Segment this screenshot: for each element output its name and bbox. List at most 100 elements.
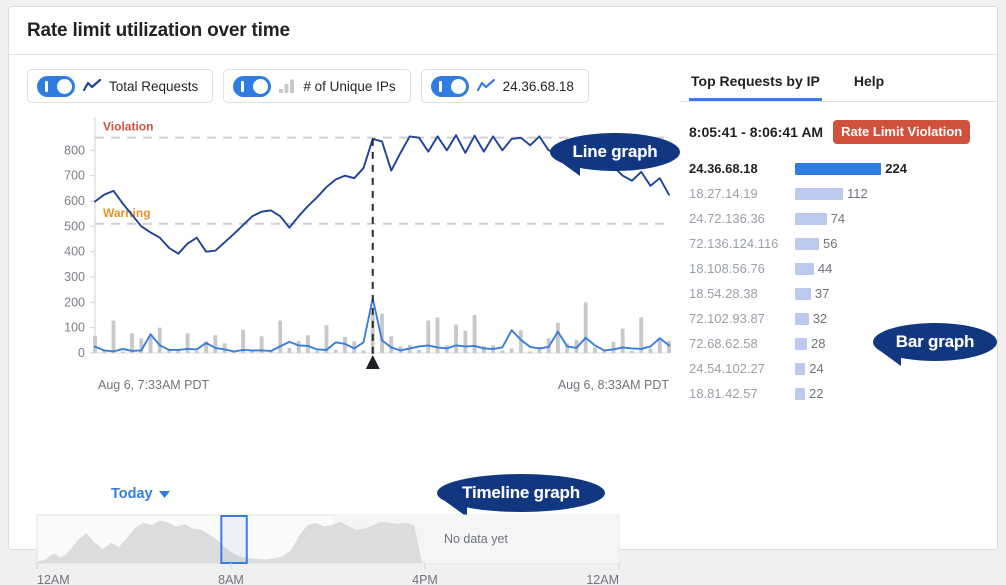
- series-toggle-unique-ips[interactable]: # of Unique IPs: [223, 69, 411, 103]
- series-toggle-label: Total Requests: [109, 78, 199, 94]
- top-ip-value: 224: [885, 161, 907, 176]
- svg-text:4PM: 4PM: [412, 573, 438, 585]
- series-toggle-label: 24.36.68.18: [502, 78, 574, 94]
- top-ip-row[interactable]: 72.136.124.116 56: [689, 231, 997, 256]
- toggle-knob: [253, 78, 269, 94]
- series-toggle-label: # of Unique IPs: [303, 78, 396, 94]
- toggle-on-bar: [438, 80, 442, 92]
- top-ip-bar-cell: 22: [795, 386, 907, 401]
- series-toggle-group: Total Requests # of Unique IPs 24.36.68.…: [9, 55, 681, 103]
- top-ip-bar: [795, 187, 843, 200]
- top-ip-bar: [795, 362, 806, 375]
- svg-text:600: 600: [64, 194, 85, 208]
- top-ip-bar: [795, 337, 807, 350]
- toggle-on-bar: [241, 80, 245, 92]
- top-ip-address: 72.68.62.58: [689, 336, 758, 351]
- series-toggle-ip[interactable]: 24.36.68.18: [420, 69, 589, 103]
- top-ip-row[interactable]: 18.108.56.76 44: [689, 256, 997, 281]
- svg-text:Aug 6, 7:33AM PDT: Aug 6, 7:33AM PDT: [98, 378, 210, 392]
- top-ip-address: 24.72.136.36: [689, 211, 765, 226]
- toggle-switch[interactable]: [233, 75, 272, 97]
- svg-text:No data yet: No data yet: [444, 532, 508, 546]
- top-ip-bar-cell: 56: [795, 236, 907, 251]
- top-ip-value: 44: [817, 261, 833, 276]
- svg-text:700: 700: [64, 169, 85, 183]
- svg-text:12AM: 12AM: [586, 573, 619, 585]
- top-ip-address: 18.108.56.76: [689, 261, 765, 276]
- callout-tail: [558, 160, 580, 176]
- svg-text:8AM: 8AM: [218, 573, 244, 585]
- top-ip-address: 72.102.93.87: [689, 311, 765, 326]
- chevron-down-icon: [158, 490, 170, 498]
- svg-text:12AM: 12AM: [37, 573, 70, 585]
- top-ip-value: 74: [830, 211, 846, 226]
- top-ip-bar-cell: 37: [795, 286, 907, 301]
- card-header: Rate limit utilization over time: [9, 7, 997, 55]
- timeline-panel: Today No data yet 12AM 8AM 4PM 12AM: [27, 485, 667, 585]
- top-ip-bar: [795, 287, 811, 300]
- top-ip-row[interactable]: 24.36.68.18 224: [689, 156, 997, 181]
- top-ip-value: 32: [812, 311, 828, 326]
- toggle-on-bar: [45, 80, 48, 92]
- top-ip-bar: [795, 387, 805, 400]
- top-ip-bar-cell: 44: [795, 261, 907, 276]
- top-ip-value: 22: [809, 386, 824, 401]
- top-ip-address: 18.27.14.19: [689, 186, 758, 201]
- top-ip-address: 24.36.68.18: [689, 161, 758, 176]
- toggle-knob: [57, 78, 72, 94]
- top-ip-row[interactable]: 24.72.136.36 74: [689, 206, 997, 231]
- toggle-switch[interactable]: [430, 75, 469, 97]
- selection-summary: 8:05:41 - 8:06:41 AM Rate Limit Violatio…: [681, 102, 997, 144]
- top-ip-address: 18.54.28.38: [689, 286, 758, 301]
- line-chart-icon: [476, 79, 495, 92]
- toggle-knob: [450, 78, 466, 94]
- svg-text:500: 500: [64, 219, 85, 233]
- callout-label: Line graph: [572, 142, 658, 161]
- tab-top-requests-by-ip[interactable]: Top Requests by IP: [689, 69, 822, 101]
- top-ip-row[interactable]: 18.81.42.57 22: [689, 381, 997, 406]
- svg-text:Violation: Violation: [103, 120, 153, 134]
- svg-text:400: 400: [64, 245, 85, 259]
- today-dropdown[interactable]: Today: [111, 486, 170, 502]
- top-ip-value: 112: [847, 186, 868, 201]
- today-dropdown-label: Today: [111, 486, 153, 502]
- detail-panel: Top Requests by IP Help 8:05:41 - 8:06:4…: [681, 55, 997, 549]
- top-ip-bar: [795, 312, 809, 325]
- top-ip-row[interactable]: 18.27.14.19 112: [689, 181, 997, 206]
- rate-limit-card: Rate limit utilization over time Total R…: [8, 6, 998, 585]
- tab-label: Top Requests by IP: [691, 73, 820, 89]
- callout-tail: [879, 350, 901, 366]
- top-ip-address: 18.81.42.57: [689, 386, 758, 401]
- top-ip-value: 28: [811, 336, 826, 351]
- top-ip-value: 24: [809, 361, 824, 376]
- toggle-switch[interactable]: [37, 75, 75, 97]
- top-ip-row[interactable]: 18.54.28.38 37: [689, 281, 997, 306]
- bar-chart-icon: [279, 79, 295, 93]
- card-body: Total Requests # of Unique IPs 24.36.68.…: [9, 55, 997, 585]
- callout-label: Bar graph: [895, 332, 975, 351]
- top-ip-bar-cell: 224: [795, 161, 907, 176]
- svg-text:Aug 6, 8:33AM PDT: Aug 6, 8:33AM PDT: [558, 378, 670, 392]
- line-graph-callout: Line graph: [550, 133, 680, 176]
- top-ip-bar: [795, 162, 882, 175]
- chart-panel: Total Requests # of Unique IPs 24.36.68.…: [9, 55, 681, 585]
- tab-label: Help: [853, 73, 885, 89]
- top-ip-value: 37: [814, 286, 830, 301]
- svg-text:200: 200: [64, 295, 85, 309]
- timeline-graph-svg[interactable]: No data yet 12AM 8AM 4PM 12AM: [27, 513, 627, 585]
- top-ip-value: 56: [823, 236, 838, 251]
- svg-text:800: 800: [64, 143, 85, 157]
- top-ip-address: 72.136.124.116: [689, 236, 779, 251]
- detail-tabs: Top Requests by IP Help: [681, 69, 997, 102]
- top-ip-bar: [795, 237, 819, 250]
- top-ip-bar-cell: 74: [795, 211, 907, 226]
- top-ip-list: 24.36.68.18 224 18.27.14.19 112 24.72.136.36…: [681, 144, 997, 406]
- bar-graph-callout: Bar graph: [873, 323, 997, 366]
- time-range-label: 8:05:41 - 8:06:41 AM: [689, 124, 824, 140]
- page-title: Rate limit utilization over time: [27, 19, 290, 41]
- series-toggle-total-requests[interactable]: Total Requests: [27, 69, 214, 103]
- svg-text:0: 0: [78, 346, 85, 360]
- top-ip-address: 24.54.102.27: [689, 361, 765, 376]
- tab-help[interactable]: Help: [852, 69, 886, 101]
- svg-text:300: 300: [64, 270, 85, 284]
